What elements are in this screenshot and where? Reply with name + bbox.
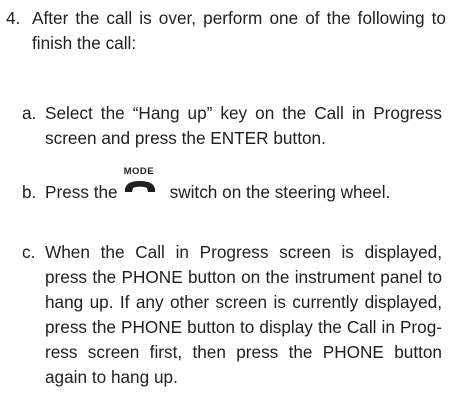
- option-text-after: switch on the steering wheel.: [169, 182, 391, 202]
- phone-hangup-icon: [124, 181, 155, 192]
- mode-label: MODE: [123, 166, 155, 177]
- option-text: Press the MODE switch on the steering whee…: [45, 167, 442, 205]
- option-letter: a.: [22, 103, 37, 123]
- mode-switch-icon: MODE: [122, 167, 162, 198]
- option-text: Select the “Hang up” key on the Call in …: [45, 103, 442, 148]
- option-a: a. Select the “Hang up” key on the Call …: [22, 101, 442, 151]
- option-b: b. Press the MODE switch on the steering w…: [22, 167, 442, 205]
- option-text: When the Call in Progress screen is dis­…: [45, 242, 442, 387]
- option-c: c. When the Call in Progress screen is d…: [22, 240, 442, 390]
- option-letter: c.: [22, 242, 36, 262]
- step-4: 4. After the call is over, perform one o…: [6, 6, 446, 56]
- step-text: After the call is over, perform one of t…: [32, 8, 446, 53]
- option-letter: b.: [22, 182, 37, 202]
- manual-page: 4. After the call is over, perform one o…: [0, 0, 459, 418]
- step-number: 4.: [6, 8, 21, 28]
- option-text-before: Press the: [45, 182, 118, 202]
